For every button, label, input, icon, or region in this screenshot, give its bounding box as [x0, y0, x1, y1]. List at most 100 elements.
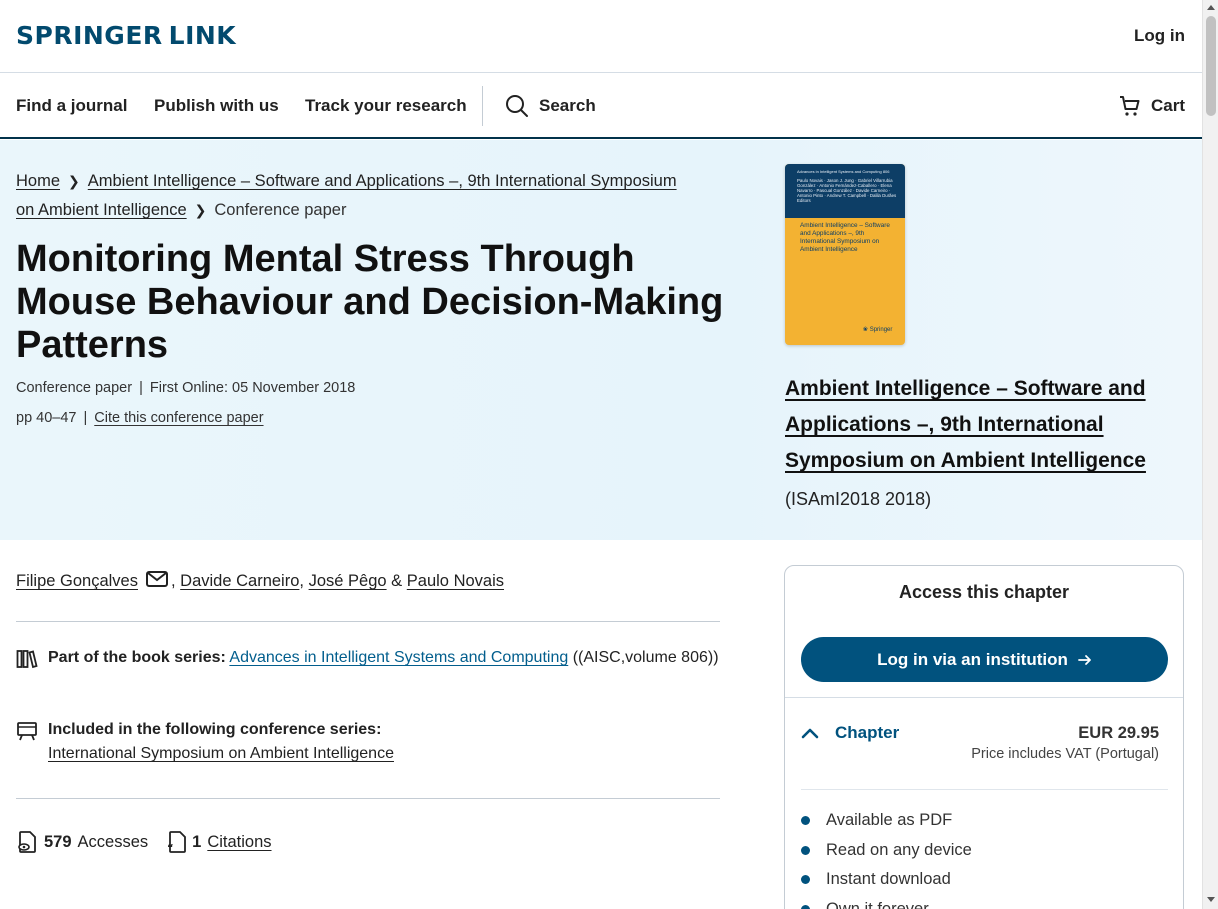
access-heading: Access this chapter	[898, 582, 1070, 602]
breadcrumb-current: Conference paper	[214, 201, 347, 219]
logo-word-link: LINK	[168, 21, 237, 50]
breadcrumb-book-line1: Ambient Intelligence – Software and Appl…	[87, 172, 677, 190]
book-title: Ambient Intelligence – Software and Appl…	[785, 371, 1185, 479]
cover-publisher: ❀ Springer	[863, 327, 893, 333]
presentation-icon	[17, 722, 37, 741]
mail-icon[interactable]	[145, 571, 168, 592]
first-online: First Online: 05 November 2018	[149, 380, 356, 396]
springer-link-logo[interactable]: SPRINGER LINK	[16, 21, 236, 50]
citations-icon: “	[167, 831, 187, 854]
book-subtitle: (ISAmI2018 2018)	[785, 489, 932, 509]
author-link[interactable]: Filipe Gonçalves	[16, 572, 138, 591]
chapter-label: Chapter	[835, 723, 900, 742]
author-separator: ,	[299, 572, 304, 590]
article-metrics: 579 Accesses “ 1 Citations	[16, 830, 272, 854]
svg-text:“: “	[167, 843, 174, 854]
vat-note: Price includes VAT (Portugal)	[971, 746, 1159, 762]
login-institution-label: Log in via an institution	[877, 649, 1068, 669]
login-institution-button[interactable]: Log in via an institution	[801, 637, 1168, 682]
cart-icon	[1119, 96, 1140, 116]
cover-title: Ambient Intelligence – Software and Appl…	[800, 222, 890, 253]
feature-text: Available as PDF	[826, 811, 953, 830]
cart-button[interactable]: Cart	[1118, 94, 1185, 118]
feature-text: Own it forever	[826, 899, 929, 909]
nav-divider	[482, 86, 483, 126]
search-button[interactable]: Search	[505, 94, 596, 118]
author-link[interactable]: José Pêgo	[309, 572, 387, 591]
article-meta: Conference paper | First Online: 05 Novemb…	[16, 380, 355, 396]
bullet-icon	[801, 845, 810, 855]
nav-find-journal[interactable]: Find a journal	[16, 96, 127, 116]
article-meta-pages: pp 40–47 | Cite this conference paper	[16, 410, 264, 426]
divider	[785, 697, 1183, 698]
divider	[801, 789, 1168, 790]
feature-text: Instant download	[826, 870, 951, 889]
feature-text: Read on any device	[826, 840, 972, 859]
chevron-right-icon: ❯	[194, 202, 207, 218]
page-range: pp 40–47	[16, 410, 77, 426]
scroll-up-arrow-icon[interactable]	[1207, 5, 1215, 10]
book-series-link[interactable]: Advances in Intelligent Systems and Comp…	[229, 649, 568, 666]
book-series-row: Part of the book series: Advances in Int…	[16, 646, 720, 670]
feature-list: Available as PDF Read on any device Inst…	[801, 806, 972, 909]
login-link[interactable]: Log in	[1134, 26, 1185, 46]
chapter-toggle[interactable]: Chapter	[801, 723, 899, 743]
cite-link[interactable]: Cite this conference paper	[94, 410, 263, 426]
list-item: Instant download	[801, 865, 972, 895]
chevron-up-icon	[801, 728, 819, 739]
divider	[16, 621, 720, 622]
scroll-thumb[interactable]	[1206, 16, 1216, 116]
books-icon	[16, 650, 38, 669]
book-cover[interactable]: Advances in Intelligent Systems and Comp…	[785, 164, 905, 345]
book-series-text: Part of the book series: Advances in Int…	[48, 646, 720, 670]
cover-authors: Paulo Novais · Jason J. Jung · Gabriel V…	[797, 178, 897, 203]
list-item: Read on any device	[801, 836, 972, 866]
breadcrumb: Home ❯ Ambient Intelligence – Software and…	[16, 167, 726, 225]
bullet-icon	[801, 816, 810, 826]
cart-label: Cart	[1150, 96, 1185, 115]
search-icon	[506, 95, 528, 117]
list-item: Own it forever	[801, 895, 972, 909]
chevron-right-icon: ❯	[68, 173, 80, 189]
meta-separator: |	[83, 410, 88, 426]
meta-separator: |	[139, 380, 143, 396]
main-nav: Find a journal Publish with us Track you…	[0, 74, 1202, 139]
site-header: SPRINGER LINK Log in	[0, 0, 1202, 73]
cover-publisher-name: Springer	[869, 327, 893, 333]
author-list: Filipe Gonçalves , Davide Carneiro, José…	[16, 571, 504, 592]
nav-publish[interactable]: Publish with us	[154, 96, 279, 116]
breadcrumb-book-line2: on Ambient Intelligence	[16, 201, 187, 219]
list-item: Available as PDF	[801, 806, 972, 836]
search-label: Search	[539, 96, 596, 115]
divider	[16, 798, 720, 799]
citations-count: 1	[192, 832, 202, 851]
conference-series-label: Included in the following conference ser…	[48, 721, 382, 738]
book-series-label: Part of the book series:	[48, 649, 226, 666]
article-type: Conference paper	[16, 380, 133, 396]
cover-series: Advances in Intelligent Systems and Comp…	[797, 169, 890, 174]
breadcrumb-home[interactable]: Home	[16, 172, 60, 190]
author-separator: ,	[170, 572, 176, 590]
conference-series-row: Included in the following conference ser…	[16, 718, 720, 766]
author-separator: &	[391, 572, 403, 590]
book-title-link[interactable]: Ambient Intelligence – Software and Appl…	[785, 377, 1146, 472]
accesses-icon	[18, 831, 36, 853]
accesses-label: Accesses	[77, 832, 149, 851]
access-panel: Access this chapter Log in via an instit…	[784, 565, 1184, 909]
nav-track-research[interactable]: Track your research	[305, 96, 467, 116]
author-link[interactable]: Paulo Novais	[407, 572, 504, 591]
bullet-icon	[801, 875, 810, 885]
conference-series-link[interactable]: International Symposium on Ambient Intel…	[48, 745, 394, 762]
accesses-count: 579	[44, 832, 72, 851]
author-link[interactable]: Davide Carneiro	[180, 572, 299, 591]
chapter-price: EUR 29.95	[1078, 724, 1159, 742]
page-title: Monitoring Mental Stress Through Mouse B…	[16, 238, 724, 366]
page-scrollbar[interactable]	[1202, 0, 1218, 909]
citations-link[interactable]: Citations	[207, 833, 271, 852]
article-hero: Home ❯ Ambient Intelligence – Software and…	[0, 140, 1202, 540]
logo-word-springer: SPRINGER	[16, 21, 163, 50]
scroll-down-arrow-icon[interactable]	[1207, 897, 1215, 902]
arrow-right-icon	[1077, 654, 1091, 665]
book-series-volume: ((AISC,volume 806))	[572, 649, 719, 666]
bullet-icon	[801, 904, 810, 909]
